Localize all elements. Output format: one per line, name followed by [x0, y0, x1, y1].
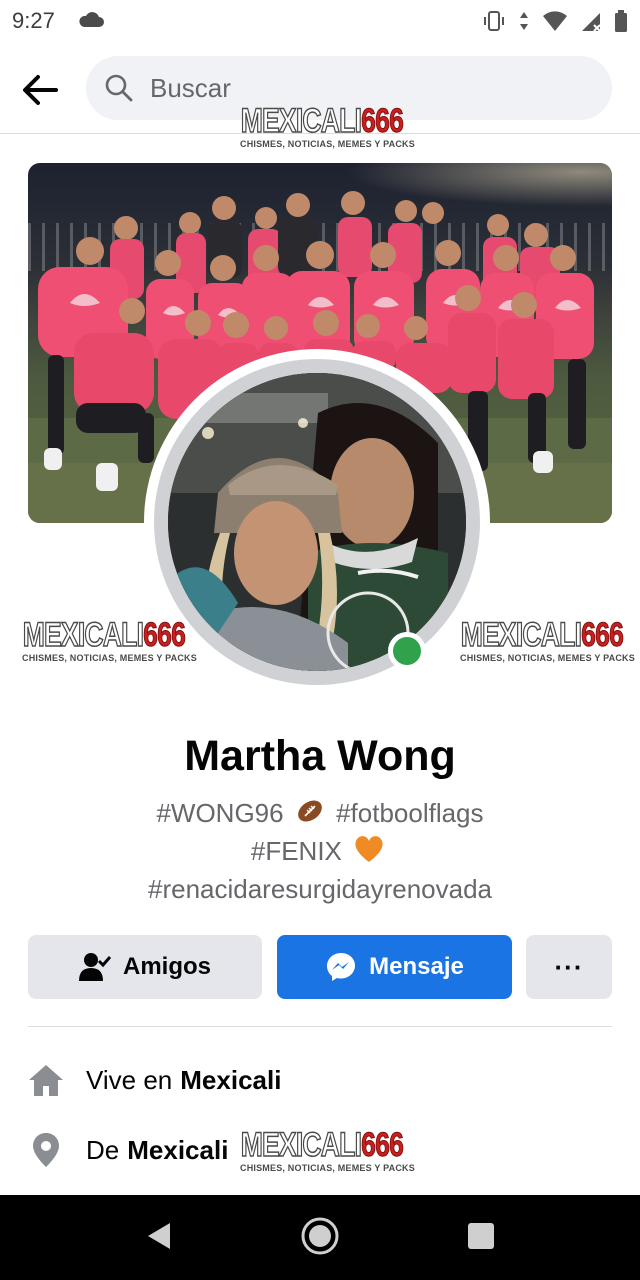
football-icon — [295, 796, 325, 834]
watermark-brand: MEXICALI — [460, 616, 582, 654]
profile-name: Martha Wong — [184, 732, 456, 780]
watermark-tagline: CHISMES, NOTICIAS, MEMES Y PACKS — [22, 653, 197, 663]
watermark-brand: MEXICALI — [22, 616, 144, 654]
nav-recents-icon[interactable] — [467, 1222, 495, 1250]
vibrate-icon — [482, 9, 506, 38]
bio-hashtag-fenix[interactable]: #FENIX — [251, 836, 342, 866]
search-placeholder: Buscar — [150, 73, 231, 103]
bio-line-1: #WONG96 #fotboolflags — [0, 796, 640, 834]
location-pin-icon — [28, 1132, 64, 1168]
watermark-tagline: CHISMES, NOTICIAS, MEMES Y PACKS — [240, 1163, 415, 1173]
nav-home-icon[interactable] — [300, 1216, 340, 1256]
watermark-tagline: CHISMES, NOTICIAS, MEMES Y PACKS — [240, 139, 415, 149]
orange-heart-icon — [353, 834, 385, 872]
online-status-badge — [388, 632, 426, 670]
nav-back-icon[interactable] — [146, 1221, 172, 1251]
more-options-button[interactable]: ··· — [526, 935, 612, 999]
lives-in-city[interactable]: Mexicali — [180, 1065, 281, 1096]
friends-button-label: Amigos — [122, 953, 211, 980]
watermark-bottom: MEXICALI666 CHISMES, NOTICIAS, MEMES Y P… — [240, 1126, 415, 1173]
cloud-icon — [78, 12, 104, 33]
data-arrows-icon — [518, 9, 530, 38]
bio-hashtag-renacida[interactable]: #renacidaresurgidayrenovada — [148, 874, 492, 904]
watermark-number: 666 — [581, 616, 624, 654]
watermark-number: 666 — [361, 1126, 404, 1164]
message-button-label: Mensaje — [369, 953, 464, 980]
lives-in-prefix: Vive en — [86, 1064, 173, 1095]
watermark-brand: MEXICALI — [240, 102, 362, 140]
watermark-top: MEXICALI666 CHISMES, NOTICIAS, MEMES Y P… — [240, 102, 415, 149]
profile-photo-illustration — [168, 373, 466, 671]
watermark-number: 666 — [143, 616, 186, 654]
divider — [28, 1026, 612, 1027]
bio-line-2: #FENIX — [0, 834, 640, 872]
battery-icon — [614, 9, 628, 38]
more-options-icon: ··· — [554, 951, 584, 982]
watermark-brand: MEXICALI — [240, 1126, 362, 1164]
bio-hashtag-wong96[interactable]: #WONG96 — [156, 798, 283, 828]
back-button[interactable] — [16, 66, 64, 114]
friends-check-icon — [78, 953, 111, 981]
friends-button[interactable]: Amigos — [28, 935, 262, 999]
status-time: 9:27 — [12, 8, 55, 33]
system-nav-bar — [0, 1195, 640, 1280]
message-button[interactable]: Mensaje — [277, 935, 512, 999]
profile-picture[interactable] — [168, 373, 466, 671]
messenger-icon — [327, 953, 356, 981]
home-icon — [28, 1062, 64, 1098]
watermark-left: MEXICALI666 CHISMES, NOTICIAS, MEMES Y P… — [22, 616, 197, 663]
from-city[interactable]: Mexicali — [127, 1135, 228, 1166]
from-prefix: De — [86, 1134, 120, 1165]
lives-in-row[interactable]: Vive en Mexicali — [28, 1058, 281, 1102]
back-arrow-icon — [23, 75, 58, 105]
profile-bio: #WONG96 #fotboolflags #FENIX #renacidare… — [0, 796, 640, 906]
wifi-icon — [542, 10, 568, 37]
from-row[interactable]: De Mexicali — [28, 1128, 228, 1172]
status-bar: 9:27 — [0, 0, 640, 44]
bio-hashtag-fotboolflags[interactable]: #fotboolflags — [336, 798, 483, 828]
watermark-number: 666 — [361, 102, 404, 140]
signal-icon — [580, 10, 602, 37]
bio-line-3: #renacidaresurgidayrenovada — [0, 872, 640, 906]
status-icons — [482, 9, 628, 38]
watermark-tagline: CHISMES, NOTICIAS, MEMES Y PACKS — [460, 653, 635, 663]
search-icon — [104, 73, 134, 108]
watermark-right: MEXICALI666 CHISMES, NOTICIAS, MEMES Y P… — [460, 616, 635, 663]
